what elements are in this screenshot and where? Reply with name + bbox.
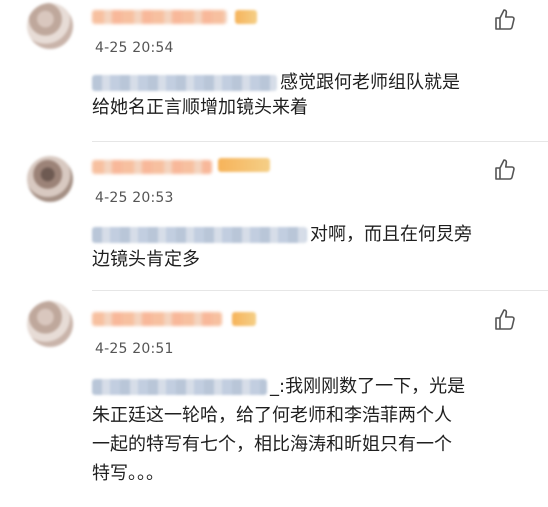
comment-text-line: 一起的特写有七个，相比海涛和昕姐只有一个 — [92, 434, 452, 455]
comment-text: 对啊，而且在何炅旁 边镜头肯定多 — [92, 222, 472, 272]
avatar[interactable] — [27, 156, 73, 202]
reply-target-blurred[interactable] — [92, 379, 267, 395]
comment-item-3: 4-25 20:51 _:我刚刚数了一下，光是 朱正廷这一轮哈，给了何老师和李浩… — [0, 291, 548, 507]
username-blurred[interactable] — [92, 312, 222, 326]
user-badge-blurred — [218, 158, 270, 172]
comment-item-2: 4-25 20:53 对啊，而且在何炅旁 边镜头肯定多 — [0, 142, 548, 290]
thumbs-up-icon[interactable] — [493, 158, 517, 182]
comment-text-line: 对啊，而且在何炅旁 — [310, 224, 472, 245]
comment-text: 感觉跟何老师组队就是 给她名正言顺增加镜头来着 — [92, 70, 460, 120]
thumbs-up-icon[interactable] — [493, 8, 517, 32]
user-badge-blurred — [235, 10, 257, 24]
comment-text-line: 朱正廷这一轮哈，给了何老师和李浩菲两个人 — [92, 405, 452, 426]
comment-time: 4-25 20:54 — [95, 40, 174, 56]
comment-text-line: _:我刚刚数了一下，光是 — [270, 376, 466, 397]
comment-item-1: 4-25 20:54 感觉跟何老师组队就是 给她名正言顺增加镜头来着 — [0, 0, 548, 148]
comment-text-line: 感觉跟何老师组队就是 — [280, 72, 460, 93]
reply-target-blurred[interactable] — [92, 227, 307, 243]
username-blurred[interactable] — [92, 160, 212, 174]
comment-text-line: 边镜头肯定多 — [92, 249, 200, 270]
avatar[interactable] — [27, 3, 73, 49]
comment-text-line: 给她名正言顺增加镜头来着 — [92, 97, 308, 118]
comment-text-line: 特写。。。 — [92, 463, 164, 484]
reply-target-blurred[interactable] — [92, 75, 277, 91]
user-badge-blurred — [232, 312, 256, 326]
comment-time: 4-25 20:53 — [95, 190, 174, 206]
avatar[interactable] — [27, 301, 73, 347]
comment-text: _:我刚刚数了一下，光是 朱正廷这一轮哈，给了何老师和李浩菲两个人 一起的特写有… — [92, 372, 465, 488]
comment-time: 4-25 20:51 — [95, 341, 174, 357]
username-blurred[interactable] — [92, 10, 227, 24]
thumbs-up-icon[interactable] — [493, 308, 517, 332]
